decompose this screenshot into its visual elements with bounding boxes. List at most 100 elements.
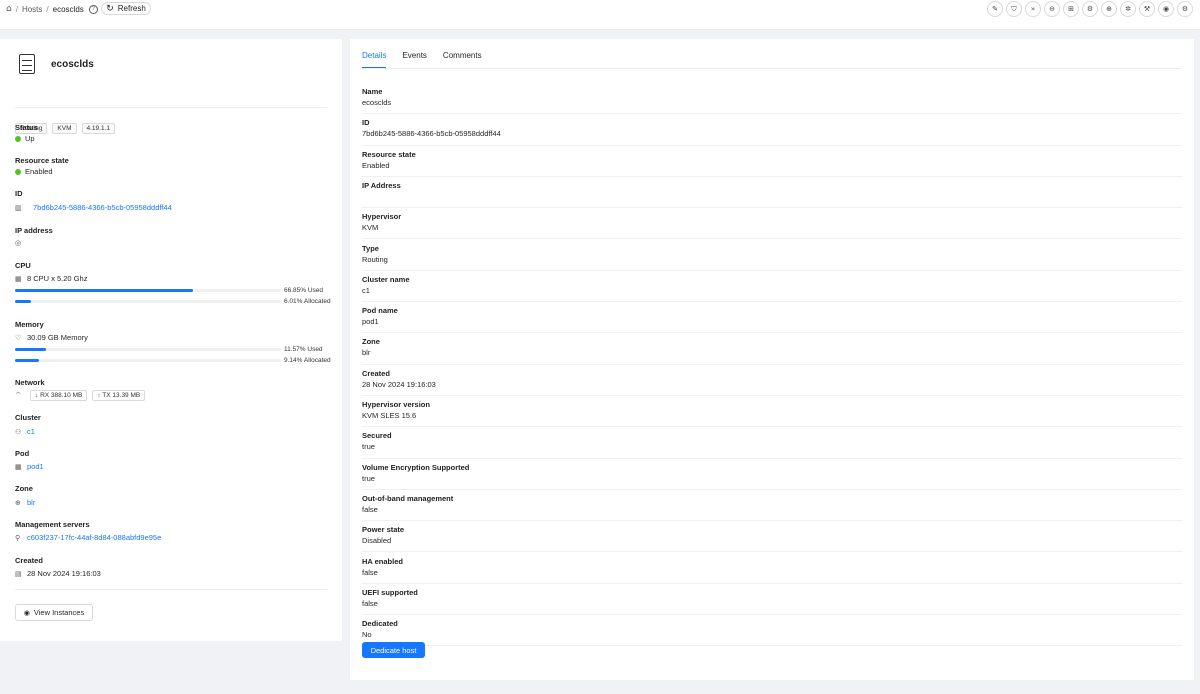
settings-icon[interactable]: ⚙ (1082, 1, 1098, 17)
detail-value: 28 Nov 2024 19:16:03 (362, 379, 436, 389)
calendar-icon: ▤ (15, 569, 22, 578)
pod-icon: ▦ (15, 462, 22, 471)
tab-comments[interactable]: Comments (443, 51, 482, 69)
id-link[interactable]: 7bd6b245-5886-4366-b5cb-05958dddff44 (33, 203, 172, 212)
ip-label: IP address (15, 226, 53, 235)
top-bar: ⌂ / Hosts / ecosclds ? ↻ Refresh ✎ ⛉ » ⊖… (0, 0, 1200, 30)
detail-row: Created 28 Nov 2024 19:16:03 (362, 365, 1182, 396)
host-summary-panel: ecosclds Routing KVM 4.19.1.1 Status Up … (0, 39, 342, 641)
detail-row: UEFI supported false (362, 584, 1182, 616)
stop-icon[interactable]: ⊖ (1044, 1, 1060, 17)
detail-row: Zone blr (362, 333, 1182, 365)
detail-value: false (362, 504, 378, 514)
detail-key: Secured (362, 431, 392, 441)
detail-value: pod1 (362, 317, 379, 327)
divider (15, 107, 327, 108)
zone-link[interactable]: blr (27, 498, 35, 507)
chip-icon: ▦ (15, 274, 22, 283)
pod-label: Pod (15, 449, 30, 458)
barcode-icon: ▥ (15, 203, 22, 212)
resource-state-value: Enabled (15, 167, 53, 176)
detail-row: Dedicated No (362, 615, 1182, 647)
created-text: 28 Nov 2024 19:16:03 (27, 569, 101, 578)
detail-key: Dedicated (362, 619, 398, 629)
eye-icon: ◉ (23, 608, 30, 617)
refresh-button[interactable]: ↻ Refresh (101, 2, 151, 15)
question-icon[interactable]: ? (88, 4, 98, 14)
view-instances-button[interactable]: ◉ View Instances (15, 604, 93, 621)
memory-alloc-bar (15, 359, 281, 362)
detail-key: Hypervisor (362, 212, 402, 222)
pod-link[interactable]: pod1 (27, 462, 44, 471)
detail-value: KVM (362, 223, 379, 233)
refresh-label: Refresh (117, 4, 146, 13)
breadcrumb: ⌂ / Hosts / ecosclds ? (6, 3, 98, 15)
cpu-value: ▦ 8 CPU x 5.20 Ghz (15, 274, 87, 283)
detail-key: HA enabled (362, 556, 403, 566)
id-value: ▥ 7bd6b245-5886-4366-b5cb-05958dddff44 (15, 203, 172, 212)
detail-value: Disabled (362, 536, 392, 546)
detail-row: Hypervisor KVM (362, 208, 1182, 240)
id-label: ID (15, 189, 23, 198)
edit-icon[interactable]: ✎ (987, 1, 1003, 17)
breadcrumb-separator: / (46, 4, 49, 14)
cluster-value: ⚇ c1 (15, 427, 35, 436)
detail-row: IP Address (362, 177, 1182, 209)
plus-circle-icon[interactable]: ⊕ (1101, 1, 1117, 17)
detail-value: Enabled (362, 160, 390, 170)
cluster-icon: ⚇ (15, 427, 22, 436)
detail-row: HA enabled false (362, 553, 1182, 584)
detail-value: ecosclds (362, 98, 392, 107)
detail-row: Type Routing (362, 240, 1182, 271)
detail-key: UEFI supported (362, 587, 418, 597)
memory-label: Memory (15, 320, 44, 329)
status-label: Status (15, 123, 38, 132)
memory-value: ♡ 30.09 GB Memory (15, 333, 88, 342)
detail-value: false (362, 598, 378, 608)
host-header (19, 54, 35, 74)
mgmt-value: ⚲ c603f237-17fc-44af-8d84-088abfd9e95e (15, 533, 161, 542)
detail-key: Cluster name (362, 274, 410, 284)
detail-key: Power state (362, 525, 405, 535)
gear-icon[interactable]: ✲ (1120, 1, 1136, 17)
cog-icon[interactable]: ⚙ (1177, 1, 1193, 17)
cpu-alloc-bar (15, 300, 281, 303)
tab-events[interactable]: Events (402, 51, 426, 69)
cpu-label: CPU (15, 261, 31, 270)
detail-key: Resource state (362, 149, 416, 159)
cpu-used-bar (15, 289, 281, 292)
memory-icon: ♡ (15, 333, 22, 342)
location-icon: ◎ (15, 239, 22, 247)
cluster-link[interactable]: c1 (27, 427, 35, 436)
forward-icon[interactable]: » (1025, 1, 1041, 17)
zone-value: ⊕ blr (15, 498, 35, 507)
created-value: ▤ 28 Nov 2024 19:16:03 (15, 569, 101, 578)
detail-row: Power state Disabled (362, 521, 1182, 553)
zone-label: Zone (15, 484, 33, 493)
memory-alloc-label: 9.14% Allocated (284, 357, 331, 364)
rx-text: RX 388.10 MB (40, 392, 83, 399)
dedicate-host-button[interactable]: Dedicate host (362, 642, 425, 658)
network-label: Network (15, 378, 45, 387)
detail-key: Zone (362, 337, 380, 347)
refresh-icon: ↻ (106, 3, 114, 13)
detail-key: Type (362, 243, 379, 253)
cpu-text: 8 CPU x 5.20 Ghz (27, 274, 88, 283)
home-icon[interactable]: ⌂ (6, 4, 12, 14)
detail-value: c1 (362, 285, 370, 295)
cpu-alloc-label: 6.01% Allocated (284, 298, 331, 305)
eye-icon[interactable]: ◉ (1158, 1, 1174, 17)
state-dot (15, 168, 21, 175)
breadcrumb-hosts[interactable]: Hosts (22, 5, 42, 14)
wrench-icon[interactable]: ⚒ (1139, 1, 1155, 17)
mgmt-link[interactable]: c603f237-17fc-44af-8d84-088abfd9e95e (27, 533, 161, 542)
detail-row: ID 7bd6b245-5886-4366-b5cb-05958dddff44 (362, 114, 1182, 146)
rocket-icon: ⚲ (15, 533, 21, 542)
tab-details[interactable]: Details (362, 51, 387, 69)
shield-icon[interactable]: ⛉ (1006, 1, 1022, 17)
detail-value: 7bd6b245-5886-4366-b5cb-05958dddff44 (362, 129, 501, 139)
maintenance-icon[interactable]: ⊞ (1063, 1, 1079, 17)
breadcrumb-separator: / (15, 4, 18, 14)
created-label: Created (15, 556, 43, 565)
cpu-used-label: 66.85% Used (284, 287, 324, 294)
